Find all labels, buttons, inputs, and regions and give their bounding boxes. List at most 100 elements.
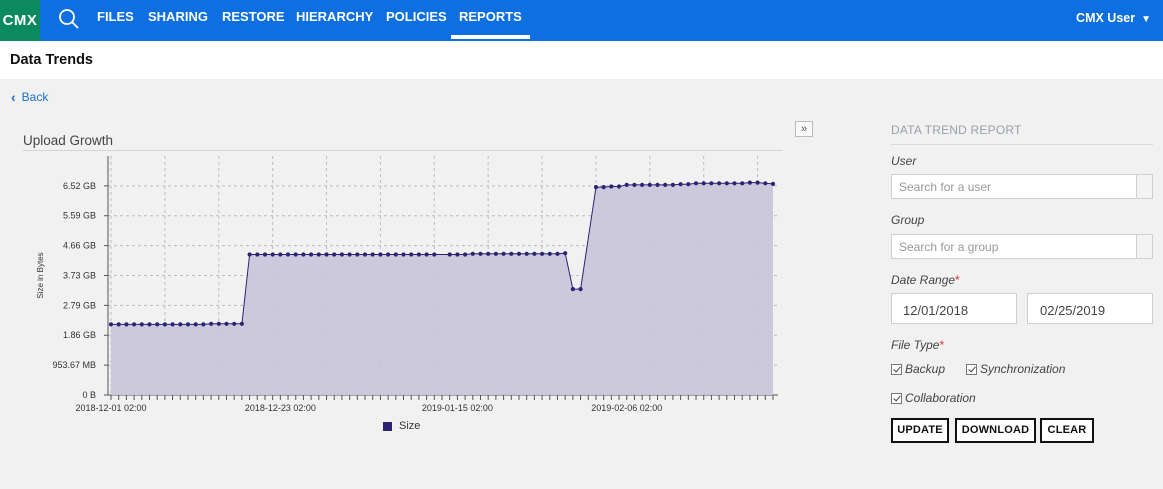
user-select-arrow[interactable] bbox=[1136, 175, 1152, 198]
data-point bbox=[570, 287, 576, 292]
data-point bbox=[339, 252, 344, 257]
data-point bbox=[108, 322, 114, 327]
nav-sharing[interactable]: SHARING bbox=[148, 0, 208, 41]
nav-restore[interactable]: RESTORE bbox=[222, 0, 285, 41]
user-label: User bbox=[891, 154, 917, 168]
user-menu[interactable]: CMX User ▼ bbox=[1076, 0, 1151, 41]
data-point bbox=[232, 321, 237, 326]
back-link[interactable]: ‹ Back bbox=[11, 90, 48, 104]
y-tick-label: 5.59 GB bbox=[63, 211, 96, 221]
app-logo[interactable]: CMX bbox=[0, 0, 40, 41]
checkbox-collaboration-label: Collaboration bbox=[905, 391, 976, 405]
data-point bbox=[370, 252, 375, 257]
page-title: Data Trends bbox=[10, 52, 93, 68]
required-mark: * bbox=[955, 273, 960, 287]
checkbox-checked-icon[interactable] bbox=[891, 363, 902, 375]
collapse-panel-button[interactable]: » bbox=[795, 121, 813, 137]
data-point bbox=[455, 252, 460, 257]
date-range-label: Date Range* bbox=[891, 273, 960, 287]
data-point bbox=[386, 252, 391, 257]
data-point bbox=[224, 321, 229, 326]
y-tick-label: 1.86 GB bbox=[63, 330, 96, 340]
data-point bbox=[278, 252, 283, 257]
data-point bbox=[162, 322, 167, 327]
data-point bbox=[270, 252, 275, 257]
data-point bbox=[201, 322, 206, 327]
group-search-select[interactable]: Search for a group bbox=[891, 234, 1153, 259]
data-point bbox=[132, 322, 137, 327]
chevron-down-icon: ▼ bbox=[1141, 14, 1151, 25]
user-name: CMX User bbox=[1076, 11, 1136, 25]
y-tick-label: 0 B bbox=[82, 390, 96, 400]
data-point bbox=[709, 181, 714, 186]
group-label: Group bbox=[891, 213, 925, 227]
checkbox-checked-icon[interactable] bbox=[966, 363, 977, 375]
user-search-select[interactable]: Search for a user bbox=[891, 174, 1153, 199]
file-type-text: File Type bbox=[891, 338, 940, 352]
update-button[interactable]: UPDATE bbox=[891, 418, 949, 443]
download-button[interactable]: DOWNLOAD bbox=[955, 418, 1036, 443]
required-mark: * bbox=[939, 338, 945, 352]
checkbox-backup-label: Backup bbox=[905, 362, 946, 376]
user-search-placeholder: Search for a user bbox=[899, 180, 992, 194]
data-point bbox=[209, 321, 214, 326]
x-tick-label: 2019-02-06 02:00 bbox=[591, 403, 662, 413]
data-point bbox=[609, 184, 614, 189]
y-tick-label: 3.73 GB bbox=[63, 270, 96, 280]
nav-reports[interactable]: REPORTS bbox=[451, 0, 530, 41]
data-point bbox=[409, 252, 414, 257]
data-point bbox=[301, 252, 306, 257]
checkbox-checked-icon[interactable] bbox=[891, 392, 902, 404]
nav-policies[interactable]: POLICIES bbox=[386, 0, 447, 41]
data-point bbox=[540, 251, 545, 256]
nav-files[interactable]: FILES bbox=[97, 0, 134, 41]
data-point bbox=[324, 252, 329, 257]
data-point bbox=[139, 322, 144, 327]
data-point bbox=[239, 321, 244, 326]
nav-hierarchy[interactable]: HIERARCHY bbox=[296, 0, 373, 41]
clear-button[interactable]: CLEAR bbox=[1040, 418, 1094, 443]
data-point bbox=[332, 252, 337, 257]
data-point bbox=[170, 322, 175, 327]
data-point bbox=[755, 180, 760, 185]
data-point bbox=[463, 252, 468, 257]
data-point bbox=[178, 322, 183, 327]
data-point bbox=[247, 252, 252, 257]
data-point bbox=[309, 252, 314, 257]
checkbox-synchronization[interactable]: Synchronization bbox=[966, 362, 1065, 376]
group-select-arrow[interactable] bbox=[1136, 235, 1152, 258]
data-point bbox=[724, 181, 729, 186]
panel-title: DATA TREND REPORT bbox=[891, 123, 1022, 137]
chart-title: Upload Growth bbox=[23, 133, 114, 148]
end-date-input[interactable]: 02/25/2019 bbox=[1027, 293, 1153, 324]
x-tick-label: 2018-12-23 02:00 bbox=[245, 403, 316, 413]
data-point bbox=[285, 252, 291, 257]
data-point bbox=[693, 181, 699, 186]
data-point bbox=[470, 251, 475, 256]
data-point bbox=[717, 181, 722, 186]
data-point bbox=[347, 252, 352, 257]
data-point bbox=[663, 182, 668, 187]
checkbox-synchronization-label: Synchronization bbox=[980, 362, 1066, 376]
data-point bbox=[378, 252, 383, 257]
data-point bbox=[355, 252, 360, 257]
start-date-input[interactable]: 12/01/2018 bbox=[891, 293, 1017, 324]
data-point bbox=[593, 185, 599, 190]
search-icon[interactable] bbox=[58, 8, 80, 30]
file-type-label: File Type* bbox=[891, 338, 944, 352]
chart-legend[interactable]: Size bbox=[383, 420, 420, 432]
data-point bbox=[362, 252, 368, 257]
checkbox-backup[interactable]: Backup bbox=[891, 362, 945, 376]
data-point bbox=[255, 252, 260, 257]
y-axis-title: Size in Bytes bbox=[36, 252, 45, 298]
group-search-placeholder: Search for a group bbox=[899, 240, 999, 254]
data-point bbox=[155, 322, 160, 327]
data-point bbox=[601, 185, 606, 190]
y-tick-label: 6.52 GB bbox=[63, 181, 96, 191]
data-point bbox=[532, 251, 537, 256]
data-point bbox=[478, 251, 483, 256]
top-nav-bar: CMX FILES SHARING RESTORE HIERARCHY POLI… bbox=[0, 0, 1163, 41]
checkbox-collaboration[interactable]: Collaboration bbox=[891, 391, 976, 405]
panel-divider bbox=[891, 144, 1153, 145]
data-point bbox=[555, 251, 560, 256]
